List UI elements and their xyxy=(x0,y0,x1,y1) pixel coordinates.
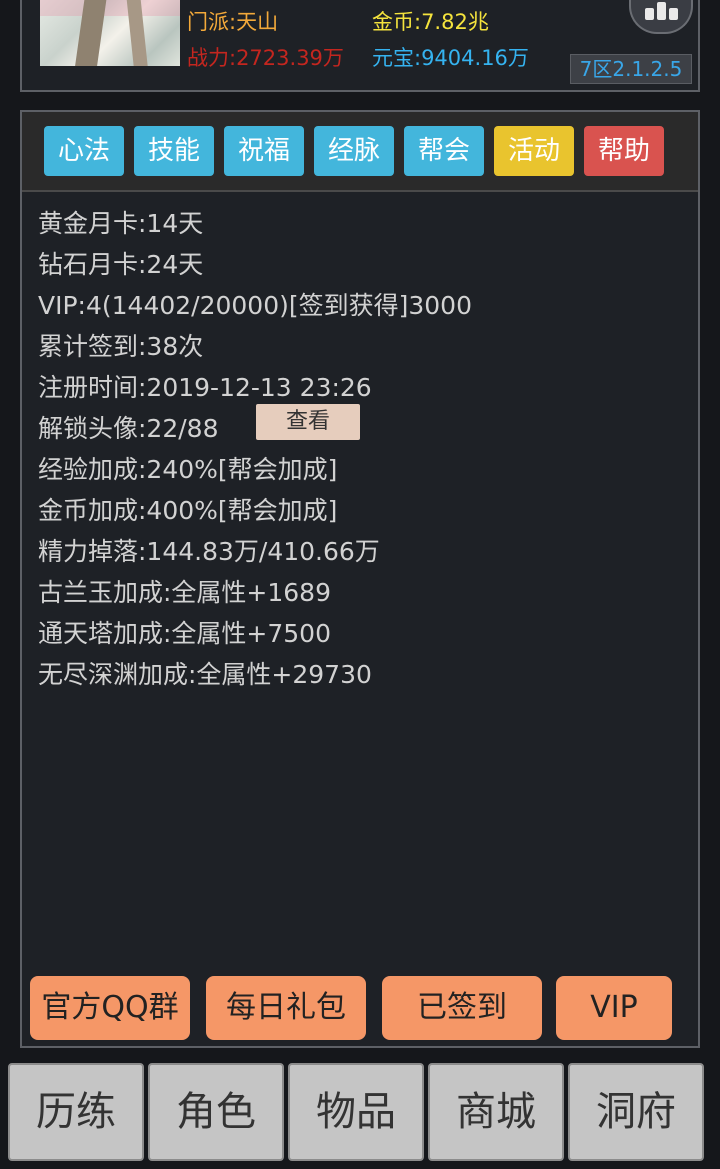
ingot-label: 元宝:9404.16万 xyxy=(372,46,529,70)
total-signin-info: 累计签到:38次 xyxy=(38,332,204,361)
tab-guild[interactable]: 帮会 xyxy=(404,126,484,176)
avatar-blossom xyxy=(40,0,180,16)
unlock-avatar-info: 解锁头像:22/88 xyxy=(38,414,219,443)
vip-info: VIP:4(14402/20000)[签到获得]3000 xyxy=(38,291,472,320)
nav-character[interactable]: 角色 xyxy=(148,1063,284,1161)
gold-label: 金币:7.82兆 xyxy=(372,10,489,34)
tab-help[interactable]: 帮助 xyxy=(584,126,664,176)
tab-meridian[interactable]: 经脉 xyxy=(314,126,394,176)
ranking-button[interactable] xyxy=(629,0,693,34)
nav-cave[interactable]: 洞府 xyxy=(568,1063,704,1161)
gold-card-info: 黄金月卡:14天 xyxy=(38,209,204,238)
bottom-nav: 历练 角色 物品 商城 洞府 xyxy=(8,1063,712,1161)
qq-group-button[interactable]: 官方QQ群 xyxy=(30,976,190,1040)
nav-training[interactable]: 历练 xyxy=(8,1063,144,1161)
exp-bonus-info: 经验加成:240%[帮会加成] xyxy=(38,455,338,484)
vip-button[interactable]: VIP xyxy=(556,976,672,1040)
gulan-bonus-info: 古兰玉加成:全属性+1689 xyxy=(38,578,331,607)
player-header: 门派:天山 金币:7.82兆 战力:2723.39万 元宝:9404.16万 7… xyxy=(20,0,700,92)
gold-bonus-info: 金币加成:400%[帮会加成] xyxy=(38,496,338,525)
tab-events[interactable]: 活动 xyxy=(494,126,574,176)
tower-bonus-info: 通天塔加成:全属性+7500 xyxy=(38,619,331,648)
view-avatars-button[interactable]: 查看 xyxy=(256,404,360,440)
daily-gift-button[interactable]: 每日礼包 xyxy=(206,976,366,1040)
register-time-info: 注册时间:2019-12-13 23:26 xyxy=(38,373,372,402)
nav-items[interactable]: 物品 xyxy=(288,1063,424,1161)
server-version: 7区2.1.2.5 xyxy=(570,54,692,84)
signed-in-button[interactable]: 已签到 xyxy=(382,976,542,1040)
player-avatar[interactable] xyxy=(40,0,180,66)
tab-xinfa[interactable]: 心法 xyxy=(44,126,124,176)
power-label: 战力:2723.39万 xyxy=(187,46,344,70)
energy-drop-info: 精力掉落:144.83万/410.66万 xyxy=(38,537,380,566)
diamond-card-info: 钻石月卡:24天 xyxy=(38,250,204,279)
abyss-bonus-info: 无尽深渊加成:全属性+29730 xyxy=(38,660,372,689)
tab-skills[interactable]: 技能 xyxy=(134,126,214,176)
function-tab-bar: 心法 技能 祝福 经脉 帮会 活动 帮助 xyxy=(22,112,698,192)
nav-shop[interactable]: 商城 xyxy=(428,1063,564,1161)
sect-label: 门派:天山 xyxy=(187,10,279,34)
main-panel: 心法 技能 祝福 经脉 帮会 活动 帮助 黄金月卡:14天 钻石月卡:24天 V… xyxy=(20,110,700,1048)
tab-blessing[interactable]: 祝福 xyxy=(224,126,304,176)
